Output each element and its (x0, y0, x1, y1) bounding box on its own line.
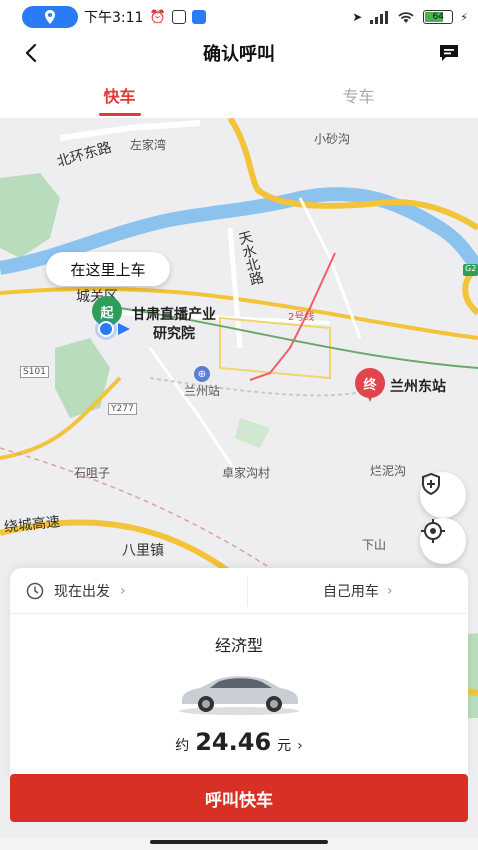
options-row: 现在出发 › 自己用车 › (10, 568, 468, 614)
back-button[interactable] (16, 38, 46, 68)
map-label-place: 石咀子 (74, 466, 111, 480)
battery-level: 64 (432, 12, 444, 22)
car-image[interactable] (174, 666, 304, 716)
map-label-place: 左家湾 (130, 138, 167, 152)
back-arrow-icon (25, 43, 37, 63)
home-indicator[interactable] (150, 840, 328, 844)
tab-express[interactable]: 快车 (0, 72, 239, 118)
app-notification-icon (171, 10, 186, 24)
status-time: 下午3:11 (84, 10, 144, 26)
active-tab-indicator (98, 113, 141, 116)
chevron-right-icon: › (120, 582, 126, 599)
message-icon (440, 45, 458, 61)
battery-icon: 64 (423, 10, 454, 24)
heading-arrow-icon (118, 323, 130, 335)
location-indicator (22, 6, 78, 28)
map-label-place: 烂泥沟 (370, 464, 407, 478)
location-pin-icon (45, 10, 55, 24)
map-label-place: 八里镇 (122, 543, 164, 559)
depart-time-selector[interactable]: 现在出发 › (10, 575, 248, 606)
tab-premier-label: 专车 (342, 87, 375, 106)
tab-express-label: 快车 (103, 87, 136, 106)
price-unit: 元 (277, 738, 292, 754)
end-marker[interactable]: 终 (355, 368, 385, 404)
header: 确认呼叫 (0, 34, 478, 72)
app-notification-icon-2 (191, 10, 206, 24)
message-button[interactable] (436, 40, 462, 66)
map-label-place: 卓家沟村 (222, 466, 271, 480)
price-amount: 24.46 (195, 728, 272, 756)
shield-plus-icon (422, 472, 440, 496)
crosshair-icon (421, 519, 445, 543)
pickup-bubble[interactable]: 在这里上车 (46, 252, 170, 286)
order-panel: 现在出发 › 自己用车 › 经济型 约 24.46 元 › (10, 568, 468, 778)
end-poi-label: 兰州东站 (390, 379, 446, 395)
depart-time-label: 现在出发 (54, 583, 110, 600)
price-prefix: 约 (175, 738, 190, 754)
alarm-icon: ⏰ (149, 9, 166, 25)
chevron-right-icon: › (386, 582, 393, 599)
call-ride-button[interactable]: 呼叫快车 (10, 774, 468, 822)
start-poi-label: 甘肃直播产业 研究院 (132, 307, 216, 342)
wifi-icon (398, 12, 414, 23)
clock-icon (26, 582, 44, 599)
map-label-highway: S101 (20, 366, 49, 378)
map-label-metro: 2号线 (288, 312, 315, 323)
map-label-expressway: G2 (465, 264, 477, 273)
locate-button[interactable] (420, 518, 466, 564)
rider-selector[interactable]: 自己用车 › (248, 581, 469, 601)
train-station-icon: ⊕ (194, 366, 210, 382)
rider-label: 自己用车 (322, 583, 379, 600)
navigation-arrow-icon: ➤ (352, 10, 363, 24)
charging-icon: ⚡ (460, 10, 468, 24)
current-location-dot (98, 321, 114, 337)
status-bar: 下午3:11 ⏰ ➤ 64 ⚡ (0, 0, 478, 34)
map-label-place: 下山 (362, 538, 387, 552)
map-label-station: 兰州站 (184, 384, 221, 398)
end-marker-label: 终 (355, 368, 385, 398)
car-type-label: 经济型 (214, 636, 263, 655)
tab-premier[interactable]: 专车 (239, 72, 478, 118)
safety-button[interactable] (420, 472, 466, 518)
price-estimate[interactable]: 约 24.46 元 › (10, 728, 468, 756)
map-label-highway: Y277 (108, 403, 137, 415)
signal-icon (370, 11, 389, 24)
page-title: 确认呼叫 (203, 44, 275, 65)
chevron-right-icon: › (297, 738, 303, 754)
ride-type-tabs: 快车 专车 (0, 72, 478, 118)
map-label-place: 小砂沟 (314, 132, 351, 146)
